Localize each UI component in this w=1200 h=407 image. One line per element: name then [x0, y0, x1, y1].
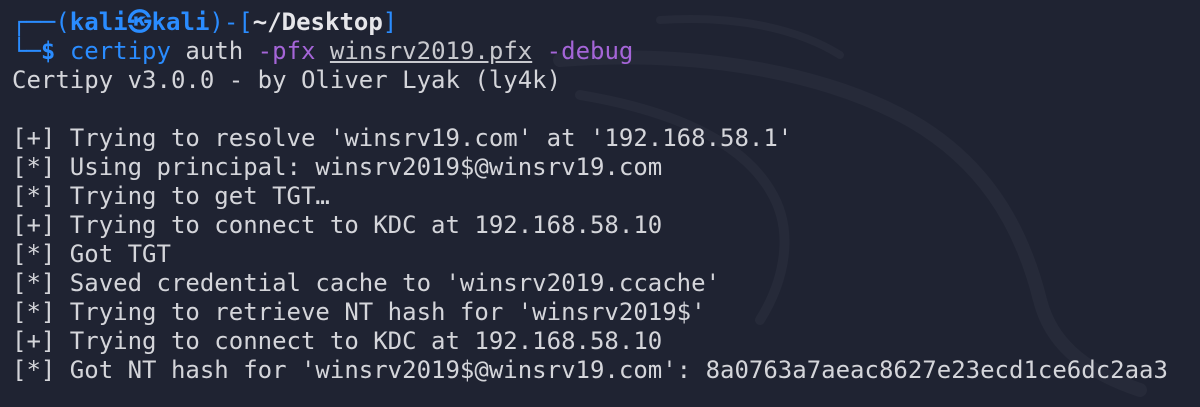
output-line: [+] Trying to resolve 'winsrv19.com' at … — [12, 124, 793, 152]
output-line: [*] Trying to get TGT… — [12, 182, 330, 210]
output-line: [+] Trying to connect to KDC at 192.168.… — [12, 211, 663, 239]
prompt-close: ] — [382, 8, 398, 36]
output-line: [*] Saved credential cache to 'winsrv201… — [12, 269, 721, 297]
prompt-corner-top: ┌──( — [12, 8, 70, 36]
command-program: certipy — [69, 37, 171, 65]
command-line: └─$ certipy auth -pfx winsrv2019.pfx -de… — [12, 37, 1200, 66]
output-line: [*] Got TGT — [12, 240, 171, 268]
output-blank-line — [12, 95, 1200, 124]
prompt-user: kali — [69, 8, 128, 36]
prompt-line: ┌──(kali㉿kali)-[~/Desktop] — [12, 8, 1200, 37]
output-banner: Certipy v3.0.0 - by Oliver Lyak (ly4k) — [12, 66, 562, 94]
output-line: [*] Trying to retrieve NT hash for 'wins… — [12, 298, 706, 326]
prompt-cwd: ~/Desktop — [252, 8, 383, 36]
prompt-mid: )-[ — [209, 8, 253, 36]
prompt-skull-icon: ㉿ — [127, 8, 152, 36]
output-line: [+] Trying to connect to KDC at 192.168.… — [12, 327, 663, 355]
command-flag-pfx: -pfx — [257, 37, 316, 65]
command-pfx-file: winsrv2019.pfx — [329, 37, 533, 65]
output-line: [*] Using principal: winsrv2019$@winsrv1… — [12, 153, 663, 181]
prompt-corner-bottom: └─ — [12, 37, 41, 65]
command-flag-debug: -debug — [546, 37, 634, 65]
output-line: [*] Got NT hash for 'winsrv2019$@winsrv1… — [12, 356, 1168, 384]
command-subcommand: auth — [185, 37, 244, 65]
prompt-dollar: $ — [40, 37, 70, 65]
terminal-output[interactable]: ┌──(kali㉿kali)-[~/Desktop] └─$ certipy a… — [12, 8, 1200, 407]
prompt-host: kali — [151, 8, 210, 36]
